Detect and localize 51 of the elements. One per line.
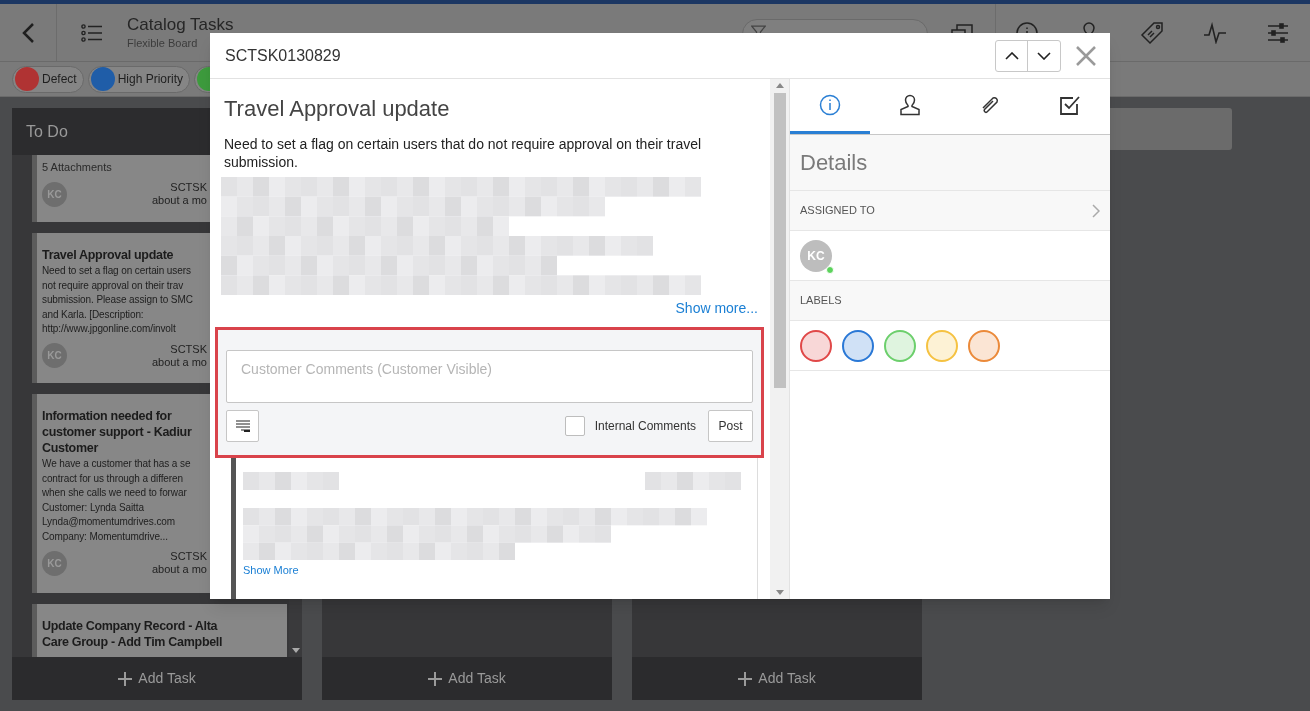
section-label: LABELS <box>800 293 842 309</box>
chevron-right-icon[interactable] <box>1092 203 1100 218</box>
back-icon[interactable] <box>21 21 35 44</box>
task-card[interactable]: Update Company Record - Alta Care Group - Add Tim Campbell <box>32 604 287 657</box>
task-time: about a mo <box>151 194 207 207</box>
board-subtitle: Flexible Board <box>127 35 199 51</box>
add-task-button[interactable]: Add Task <box>632 657 922 700</box>
tag-icon[interactable] <box>1140 20 1164 45</box>
lines-icon <box>235 420 250 432</box>
scroll-down-icon[interactable] <box>775 590 784 595</box>
board-title: Catalog Tasks <box>127 14 234 35</box>
label-chip[interactable]: High Priority <box>87 65 191 93</box>
task-time: about a mo <box>151 563 207 576</box>
format-button[interactable] <box>226 410 259 442</box>
info-icon <box>819 94 841 116</box>
scroll-thumb[interactable] <box>773 93 786 388</box>
checkbox-icon <box>1059 94 1081 116</box>
section-label: ASSIGNED TO <box>800 203 875 219</box>
scroll-down-icon[interactable] <box>291 648 300 653</box>
card-title: Update Company Record - Alta Care Group - Add Tim Campbell <box>42 618 223 650</box>
card-title: Travel Approval update <box>42 247 174 263</box>
task-time: about a mo <box>151 355 207 369</box>
task-number: SCTSK <box>170 342 207 356</box>
add-task-button[interactable]: Add Task <box>12 657 302 700</box>
show-more-link[interactable]: Show more... <box>675 298 758 319</box>
internal-checkbox[interactable] <box>564 416 585 436</box>
card-title: Information needed for customer support - Kadiur Customer <box>42 408 192 456</box>
plus-icon <box>118 671 133 686</box>
modal-title: SCTSK0130829 <box>225 45 341 66</box>
plus-icon <box>738 671 753 686</box>
chevron-up-icon <box>1004 51 1019 60</box>
list-icon[interactable] <box>81 23 103 42</box>
card-description: We have a customer that has a se contract for us through a differen when she calls we need to forwar Customer: Lynda Saitta Lynda@momentumdrives.com Company: Momentumdrive... <box>42 457 191 544</box>
details-heading: Details <box>790 135 1110 191</box>
scroll-up-icon[interactable] <box>775 83 784 88</box>
attachment-count: 5 Attachments <box>42 160 112 175</box>
task-number: SCTSK <box>170 550 207 563</box>
scrollbar[interactable] <box>770 79 789 599</box>
plus-icon <box>428 671 443 686</box>
sliders-icon[interactable] <box>1267 21 1289 44</box>
person-icon <box>899 94 921 116</box>
show-more-link[interactable]: Show More <box>243 562 299 579</box>
close-icon[interactable] <box>1076 45 1096 66</box>
task-number: SCTSK <box>170 181 207 194</box>
card-description: Need to set a flag on certain users not require approval on their trav submission. Please assign to SMC and Karla. [Description: http://www.jpgonline.com/involt <box>42 264 193 336</box>
add-task-button[interactable]: Add Task <box>322 657 612 700</box>
label-chip[interactable]: Defect <box>12 65 84 93</box>
checkbox-label: Internal Comments <box>594 418 696 435</box>
chevron-down-icon <box>1037 51 1051 60</box>
activity-icon[interactable] <box>1203 21 1227 44</box>
post-button[interactable]: Post <box>708 410 753 442</box>
